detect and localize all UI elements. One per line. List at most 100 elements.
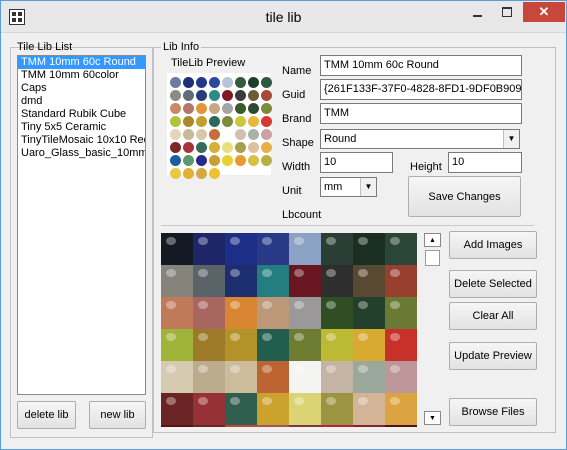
tile-image[interactable] — [353, 297, 385, 329]
guid-field[interactable]: {261F133F-37F0-4828-8FD1-9DF0B9098 — [320, 79, 522, 100]
tile-image[interactable] — [353, 361, 385, 393]
preview-tile-dot — [183, 168, 194, 179]
tile-image[interactable] — [353, 265, 385, 297]
title-bar[interactable]: tile lib ✕ — [1, 1, 566, 33]
tile-image[interactable] — [321, 233, 353, 265]
chevron-down-icon[interactable]: ▼ — [360, 178, 376, 196]
tile-image[interactable] — [257, 329, 289, 361]
maximize-icon[interactable] — [493, 2, 521, 22]
tile-image[interactable] — [257, 425, 289, 427]
tile-image[interactable] — [321, 425, 353, 427]
list-item[interactable]: Standard Rubik Cube — [18, 108, 145, 121]
tile-image[interactable] — [225, 233, 257, 265]
list-item[interactable]: TMM 10mm 60color — [18, 69, 145, 82]
main-window: tile lib ✕ Tile Lib List TMM 10mm 60c Ro… — [0, 0, 567, 450]
tile-image[interactable] — [385, 233, 417, 265]
tile-image[interactable] — [193, 361, 225, 393]
tile-image[interactable] — [225, 425, 257, 427]
tile-image[interactable] — [161, 425, 193, 427]
scroll-down-icon[interactable]: ▼ — [424, 411, 441, 425]
tile-image[interactable] — [289, 329, 321, 361]
tile-images-grid[interactable] — [161, 233, 417, 427]
list-item[interactable]: TMM 10mm 60c Round — [18, 56, 145, 69]
tile-image[interactable] — [289, 393, 321, 425]
tile-image[interactable] — [257, 393, 289, 425]
minimize-icon[interactable] — [463, 2, 491, 22]
chevron-down-icon[interactable]: ▼ — [503, 130, 519, 148]
close-icon[interactable]: ✕ — [523, 2, 565, 22]
list-item[interactable]: dmd — [18, 95, 145, 108]
tile-image[interactable] — [385, 329, 417, 361]
tile-image[interactable] — [257, 265, 289, 297]
tile-image[interactable] — [161, 393, 193, 425]
tile-image[interactable] — [385, 361, 417, 393]
tile-image[interactable] — [353, 393, 385, 425]
tile-image[interactable] — [385, 265, 417, 297]
name-field[interactable]: TMM 10mm 60c Round — [320, 55, 522, 76]
divider — [161, 225, 534, 226]
tile-image[interactable] — [385, 425, 417, 427]
preview-tile-dot — [196, 90, 207, 101]
tile-image[interactable] — [257, 297, 289, 329]
tile-image[interactable] — [321, 265, 353, 297]
tile-image[interactable] — [289, 265, 321, 297]
brand-field[interactable]: TMM — [320, 103, 522, 124]
scroll-thumb[interactable] — [425, 250, 440, 266]
add-images-button[interactable]: Add Images — [449, 231, 537, 259]
browse-files-button[interactable]: Browse Files — [449, 398, 537, 426]
tile-image[interactable] — [193, 233, 225, 265]
tile-image[interactable] — [161, 233, 193, 265]
tile-image[interactable] — [225, 393, 257, 425]
tile-image[interactable] — [193, 393, 225, 425]
tile-image[interactable] — [353, 329, 385, 361]
tile-image[interactable] — [193, 297, 225, 329]
tile-image[interactable] — [225, 361, 257, 393]
list-item[interactable]: TinyTileMosaic 10x10 Rec — [18, 134, 145, 147]
preview-tile-dot — [209, 155, 220, 166]
tilelib-preview — [167, 73, 272, 179]
tile-image[interactable] — [353, 233, 385, 265]
tile-image[interactable] — [225, 265, 257, 297]
tile-image[interactable] — [193, 425, 225, 427]
shape-select[interactable]: Round ▼ — [320, 129, 520, 149]
tile-images-scrollbar[interactable]: ▲ ▼ — [424, 233, 441, 425]
tile-image[interactable] — [353, 425, 385, 427]
clear-all-button[interactable]: Clear All — [449, 302, 537, 330]
tile-image[interactable] — [289, 425, 321, 427]
delete-selected-button[interactable]: Delete Selected — [449, 270, 537, 298]
tile-image[interactable] — [225, 329, 257, 361]
tile-image[interactable] — [161, 265, 193, 297]
height-field[interactable]: 10 — [448, 152, 522, 173]
tile-image[interactable] — [257, 361, 289, 393]
tile-image[interactable] — [385, 297, 417, 329]
tile-image[interactable] — [161, 361, 193, 393]
tile-image[interactable] — [321, 329, 353, 361]
tile-image[interactable] — [289, 297, 321, 329]
tile-image[interactable] — [385, 393, 417, 425]
width-field[interactable]: 10 — [320, 152, 393, 173]
list-item[interactable]: Uaro_Glass_basic_10mm_ — [18, 147, 145, 160]
tile-image[interactable] — [257, 233, 289, 265]
new-lib-button[interactable]: new lib — [89, 401, 146, 429]
unit-select[interactable]: mm ▼ — [320, 177, 377, 197]
save-changes-button[interactable]: Save Changes — [408, 176, 521, 217]
tile-image[interactable] — [321, 361, 353, 393]
shape-label: Shape — [282, 137, 314, 149]
tile-image[interactable] — [193, 329, 225, 361]
list-item[interactable]: Tiny 5x5 Ceramic — [18, 121, 145, 134]
tile-image[interactable] — [321, 393, 353, 425]
tile-image[interactable] — [289, 233, 321, 265]
tile-image[interactable] — [289, 361, 321, 393]
tile-image[interactable] — [161, 329, 193, 361]
tile-image[interactable] — [161, 297, 193, 329]
preview-tile-dot — [235, 129, 246, 140]
delete-lib-button[interactable]: delete lib — [17, 401, 76, 429]
tile-lib-listbox[interactable]: TMM 10mm 60c Round TMM 10mm 60color Caps… — [17, 55, 146, 395]
update-preview-button[interactable]: Update Preview — [449, 342, 537, 370]
list-item[interactable]: Caps — [18, 82, 145, 95]
scroll-up-icon[interactable]: ▲ — [424, 233, 441, 247]
tile-image[interactable] — [193, 265, 225, 297]
preview-tile-dot — [209, 129, 220, 140]
tile-image[interactable] — [321, 297, 353, 329]
tile-image[interactable] — [225, 297, 257, 329]
